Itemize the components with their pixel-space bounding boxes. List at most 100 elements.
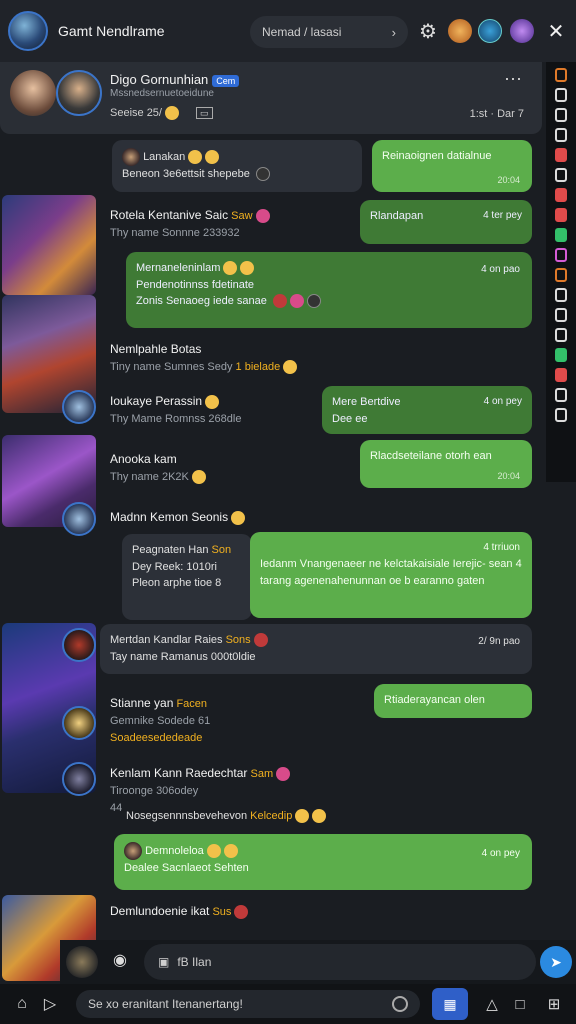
gear-icon[interactable]: ⚙ <box>416 19 440 43</box>
avatar[interactable] <box>62 628 96 662</box>
game-art-image[interactable] <box>2 195 96 295</box>
sender-name: Demnoleloa <box>145 844 204 857</box>
send-icon[interactable]: ➤ <box>540 946 572 978</box>
grid-icon[interactable]: ⊞ <box>540 990 568 1018</box>
message-bubble-outgoing[interactable]: Rlandapan 4 ter pey <box>360 200 532 244</box>
emoji-icon <box>205 395 220 410</box>
sidebar-icon[interactable] <box>555 348 567 362</box>
message-row[interactable]: Nosegsennnsbevehevon Kelcedip <box>126 808 426 825</box>
message-bubble[interactable]: Mertdan Kandlar Raies Sons 2/ 9n pao Tay… <box>100 624 532 674</box>
sender-subtitle: Thy name 2K2K <box>110 471 189 484</box>
sender-name: Rotela Kentanive Saic <box>110 208 229 222</box>
emoji-icon <box>312 809 327 824</box>
profile-avatar[interactable] <box>8 11 48 51</box>
avatar <box>122 148 140 166</box>
search-field[interactable]: Nemad / lasasi › <box>250 16 408 48</box>
message-bubble-outgoing[interactable]: Demnoleloa 4 on pey Dealee Sacnlaeot Seh… <box>114 834 532 890</box>
sidebar-icon[interactable] <box>555 228 567 242</box>
media-panel <box>0 195 96 981</box>
avatar-icon[interactable] <box>510 19 534 43</box>
avatar-icon[interactable] <box>448 19 472 43</box>
sender-name: Kenlam Kann Raedechtar <box>110 766 248 780</box>
highlight-text: Kelcedip <box>250 810 293 822</box>
sidebar-icon[interactable] <box>555 268 567 282</box>
sender-subtitle: 44 <box>110 802 123 815</box>
sidebar-icon[interactable] <box>555 288 567 302</box>
emoji-icon[interactable] <box>392 996 408 1012</box>
message-bubble-outgoing[interactable]: 4 trriuon Iedanm Vnangenaeer ne kelctaka… <box>250 532 532 618</box>
gallery-icon[interactable]: ▦ <box>432 988 468 1020</box>
message-bubble-outgoing[interactable]: Rlacdseteilane otorh ean 20:04 <box>360 440 532 488</box>
close-icon[interactable]: ✕ <box>544 19 568 43</box>
attach-icon[interactable]: ▣ <box>158 955 169 969</box>
pinned-conversation[interactable]: Digo Gornunhian Cem Mssnedsernuetoeidune … <box>0 62 542 134</box>
sender-name: Lanakan <box>143 150 186 163</box>
square-icon[interactable]: □ <box>506 990 534 1018</box>
message-row[interactable]: Demlundoenie ikat Sus <box>110 902 350 921</box>
sidebar-icon[interactable] <box>555 68 567 82</box>
sidebar-icon[interactable] <box>555 368 567 382</box>
sidebar-icon[interactable] <box>555 168 567 182</box>
camera-icon[interactable]: ◉ <box>108 950 132 974</box>
message-bubble[interactable]: Peagnaten Han Son Dey Reek: 1010ri Pleon… <box>122 534 252 620</box>
message-row[interactable]: Nemlpahle Botas Tiny name Sumnes Sedy 1 … <box>110 340 350 376</box>
avatar[interactable] <box>62 706 96 740</box>
emoji-icon <box>283 360 298 375</box>
message-bubble[interactable]: Lanakan Beneon 3e6ettsit shepebe <box>112 140 362 192</box>
message-text: Pendenotinnss fdetinate <box>136 278 255 291</box>
sidebar-icon[interactable] <box>555 188 567 202</box>
chevron-right-icon[interactable]: › <box>392 25 396 40</box>
avatar[interactable] <box>66 946 98 978</box>
sender-name: Demlundoenie ikat <box>110 904 210 918</box>
message-row[interactable]: Madnn Kemon Seonis <box>110 508 310 527</box>
message-bubble-outgoing[interactable]: Rtiaderayancan olen <box>374 684 532 718</box>
avatar[interactable] <box>62 502 96 536</box>
message-bubble-outgoing[interactable]: Mere Bertdive 4 on pey Dee ee <box>322 386 532 434</box>
sidebar-icon[interactable] <box>555 208 567 222</box>
message-text: Nosegsennnsbevehevon <box>126 810 248 822</box>
emoji-icon <box>240 261 255 276</box>
more-icon[interactable]: ··· <box>504 68 522 89</box>
home-icon[interactable]: ⌂ <box>8 990 36 1018</box>
sidebar-icon[interactable] <box>555 408 567 422</box>
message-row[interactable]: Anooka kam Thy name 2K2K <box>110 450 310 486</box>
sender-subtitle: Soadeesededeade <box>110 732 203 745</box>
triangle-icon[interactable]: △ <box>478 990 506 1018</box>
emoji-icon <box>306 294 321 309</box>
sidebar-icon[interactable] <box>555 88 567 102</box>
highlight-text: 1 bielade <box>235 361 281 374</box>
sidebar-icon[interactable] <box>555 148 567 162</box>
message-time: 4 on pey <box>483 396 522 407</box>
sender-tag: Facen <box>176 698 208 710</box>
message-text: Reinaoignen datialnue <box>382 150 492 162</box>
emoji-icon <box>188 150 203 164</box>
sidebar-icon[interactable] <box>555 328 567 342</box>
avatar-icon[interactable] <box>478 19 502 43</box>
bottom-bar: ⌂ ▷ Se xo eranitant Itenanertang! ▦ △ □ … <box>0 984 576 1024</box>
avatar[interactable] <box>62 390 96 424</box>
sidebar-icon[interactable] <box>555 128 567 142</box>
message-time: 4 on pao <box>481 264 520 275</box>
sender-name: Madnn Kemon Seonis <box>110 510 229 524</box>
message-time: 20:04 <box>497 174 520 185</box>
sender-tag: Sons <box>225 634 251 646</box>
message-bubble-outgoing[interactable]: Mernaneleninlam 4 on pao Pendenotinnss f… <box>126 252 532 328</box>
emoji-icon <box>295 809 310 824</box>
avatar <box>10 70 56 116</box>
message-row[interactable]: Ioukaye Perassin Thy Mame Romnss 268dle <box>110 392 310 428</box>
message-row[interactable]: Stianne yan Facen Gemnike Sodede 61 Soad… <box>110 694 310 747</box>
message-time: 4 trriuon <box>483 542 520 553</box>
avatar[interactable] <box>62 762 96 796</box>
message-bubble-outgoing[interactable]: Reinaoignen datialnue 20:04 <box>372 140 532 192</box>
message-input[interactable]: ▣ fB Ilan <box>144 944 536 980</box>
play-icon[interactable]: ▷ <box>36 990 64 1018</box>
sidebar-icon[interactable] <box>555 388 567 402</box>
bottom-search-input[interactable]: Se xo eranitant Itenanertang! <box>76 990 420 1018</box>
sender-subtitle: Thy Mame Romnss 268dle <box>110 413 242 426</box>
sidebar-icon[interactable] <box>555 308 567 322</box>
message-row[interactable]: Rotela Kentanive Saic Saw Thy name Sonnn… <box>110 206 310 242</box>
sidebar-icon[interactable] <box>555 248 567 262</box>
emoji-icon <box>289 294 304 309</box>
emoji-icon <box>223 261 238 276</box>
sidebar-icon[interactable] <box>555 108 567 122</box>
